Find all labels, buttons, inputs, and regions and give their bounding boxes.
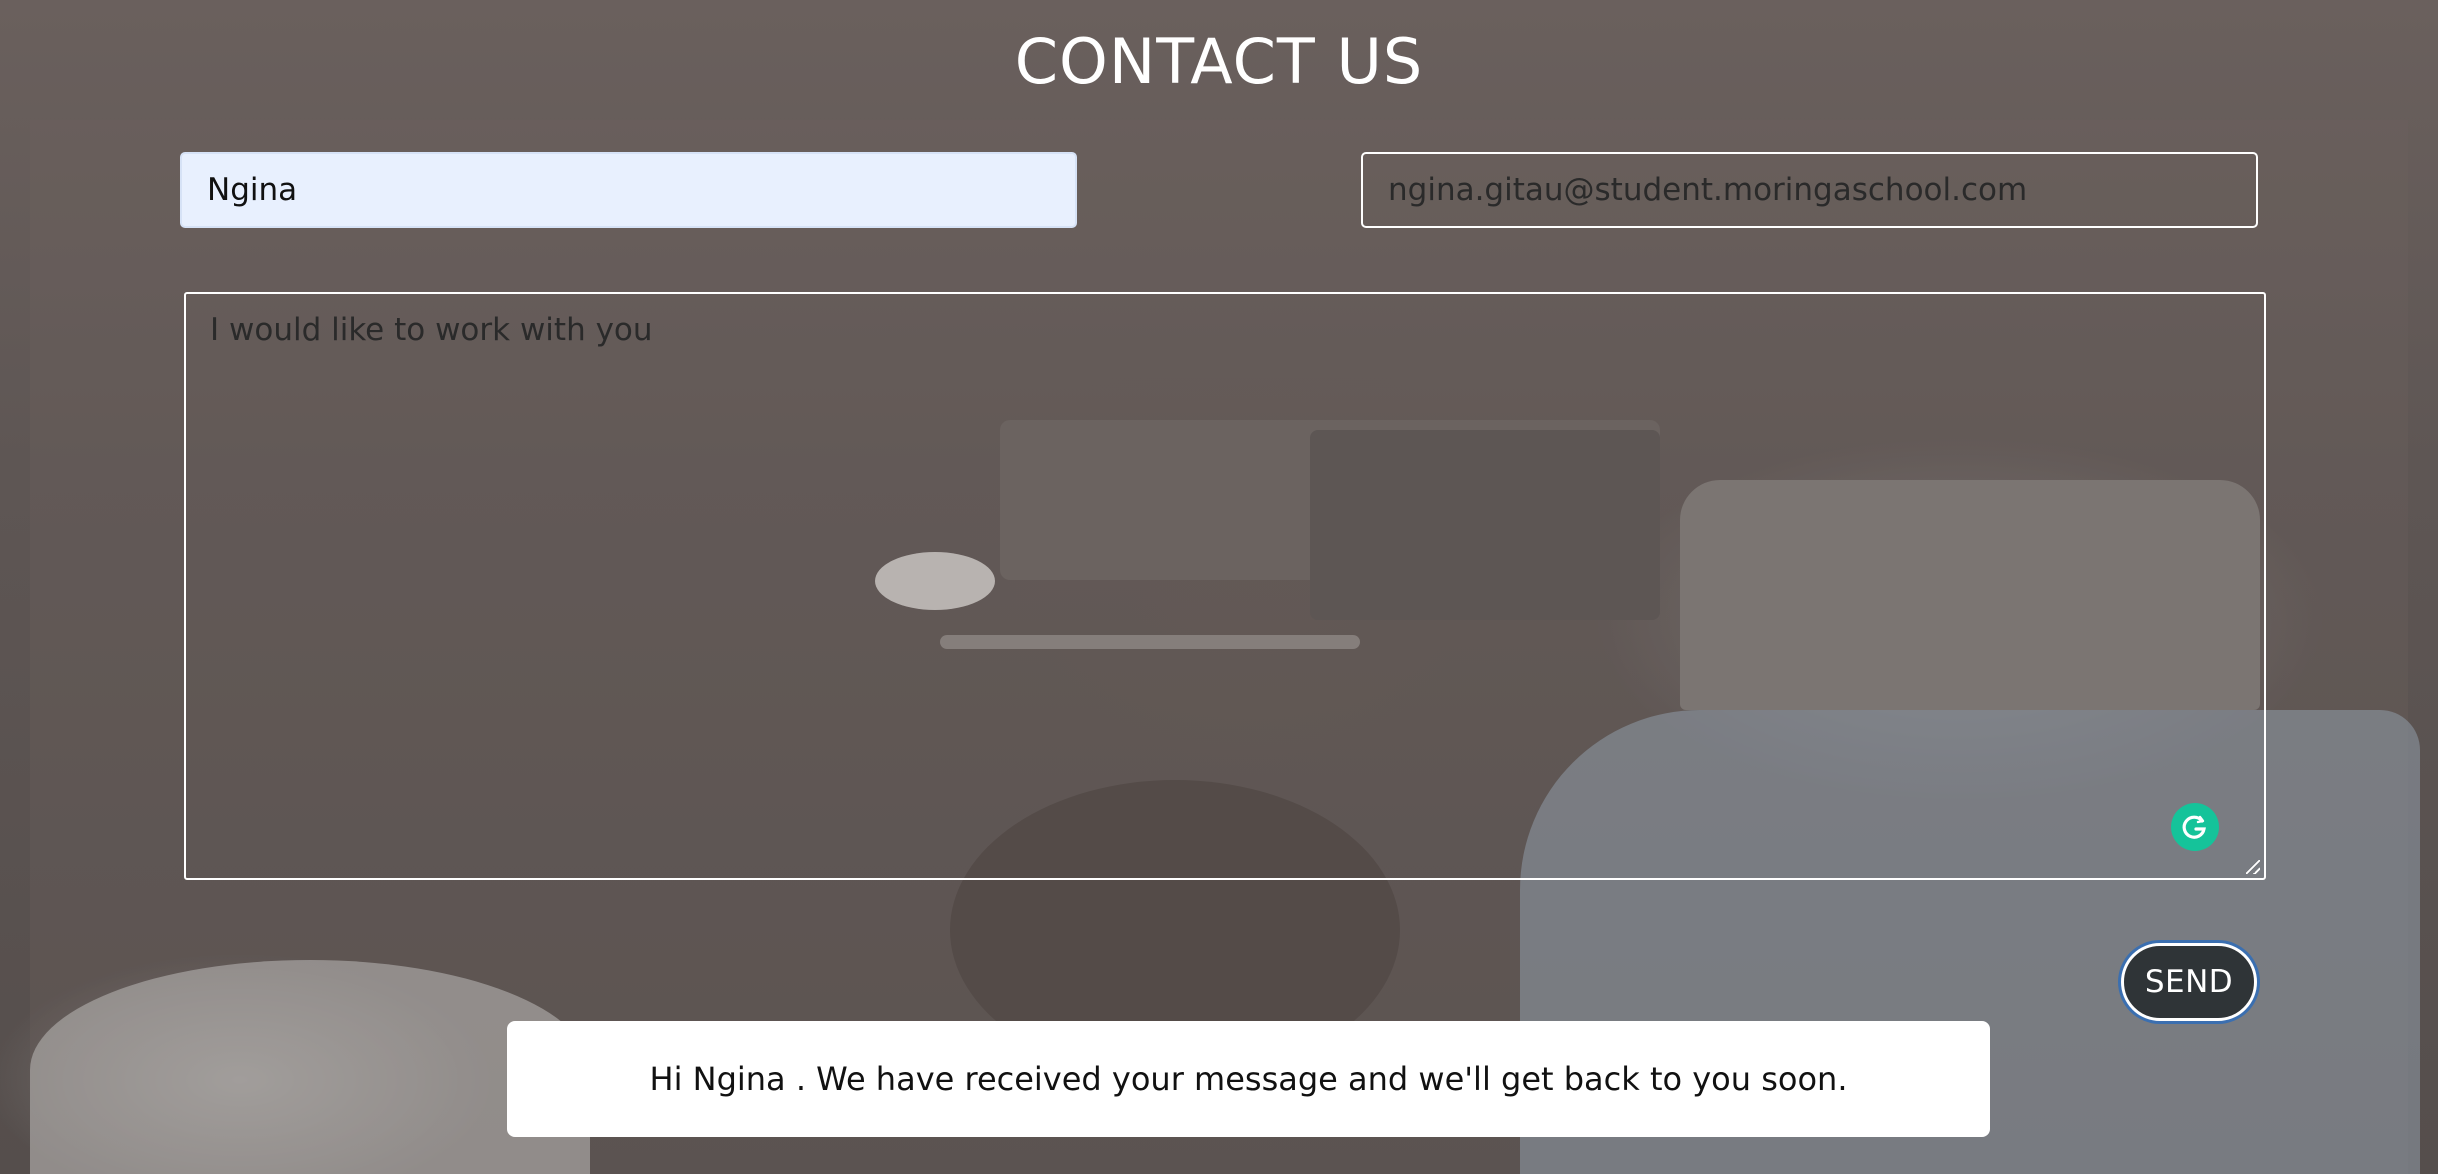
email-field-value: ngina.gitau@student.moringaschool.com xyxy=(1388,172,2028,208)
confirmation-text: Hi Ngina . We have received your message… xyxy=(649,1060,1848,1098)
page-title: CONTACT US xyxy=(1014,25,1424,98)
message-textarea-value: I would like to work with you xyxy=(210,312,653,348)
resize-handle[interactable] xyxy=(2246,860,2260,874)
email-field[interactable]: ngina.gitau@student.moringaschool.com xyxy=(1361,152,2258,228)
background-drum xyxy=(30,960,590,1174)
name-field[interactable]: Ngina xyxy=(180,152,1077,228)
message-textarea[interactable]: I would like to work with you xyxy=(184,292,2266,880)
confirmation-message: Hi Ngina . We have received your message… xyxy=(507,1021,1990,1137)
grammarly-g-glyph xyxy=(2182,815,2206,839)
grammarly-icon[interactable] xyxy=(2171,803,2219,851)
send-button[interactable]: SEND xyxy=(2121,943,2257,1021)
name-field-value: Ngina xyxy=(207,172,298,208)
